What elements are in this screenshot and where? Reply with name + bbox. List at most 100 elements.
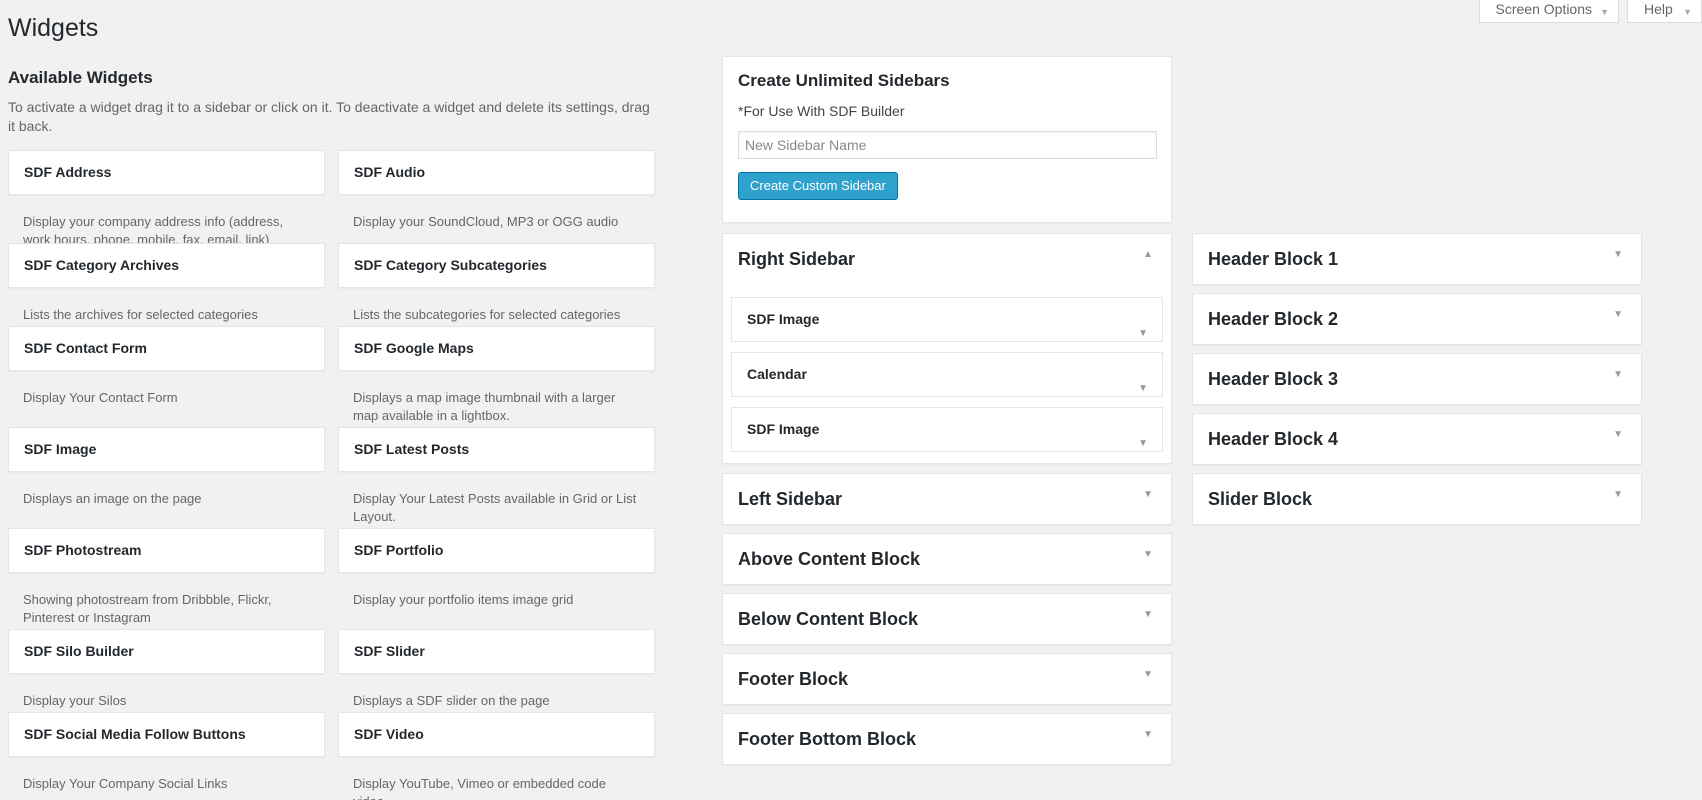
sidebar-header[interactable]: Slider Block ▼ (1193, 474, 1641, 526)
caret-down-icon[interactable]: ▼ (1138, 422, 1148, 465)
available-widgets-description: To activate a widget drag it to a sideba… (8, 99, 650, 134)
sidebar-title: Left Sidebar (738, 489, 843, 509)
widget-title[interactable]: SDF Category Subcategories (338, 243, 655, 288)
widget-item: SDF Address Display your company address… (8, 150, 325, 247)
widget-description: Lists the subcategories for selected cat… (353, 307, 621, 322)
page-title: Widgets (8, 14, 99, 42)
sidebar-footer[interactable]: Footer Block ▼ (722, 653, 1172, 705)
sidebar-header[interactable]: Footer Block ▼ (723, 654, 1171, 706)
widget-title[interactable]: SDF Slider (338, 629, 655, 674)
caret-down-icon[interactable]: ▼ (1143, 729, 1153, 740)
sidebar-below-content[interactable]: Below Content Block ▼ (722, 593, 1172, 645)
widget-title[interactable]: SDF Audio (338, 150, 655, 195)
sidebar-title: Footer Block (738, 669, 849, 689)
available-widgets-list: SDF Address Display your company address… (8, 150, 655, 800)
caret-down-icon[interactable]: ▼ (1143, 549, 1153, 560)
widget-title[interactable]: SDF Address (8, 150, 325, 195)
caret-down-icon[interactable]: ▼ (1613, 249, 1623, 260)
sidebar-header[interactable]: Left Sidebar ▼ (723, 474, 1171, 526)
sidebar-widgets: SDF Image ▼ Calendar ▼ SDF Image ▼ (723, 286, 1171, 452)
widget-description: Display your portfolio items image grid (353, 592, 574, 607)
widget-description: Display your Silos (23, 693, 127, 708)
widget-item: SDF Slider Displays a SDF slider on the … (338, 629, 655, 712)
sidebar-header-block-3[interactable]: Header Block 3 ▼ (1192, 353, 1642, 405)
widget-description: Display your company address info (addre… (23, 214, 284, 247)
sidebar-header[interactable]: Header Block 2 ▼ (1193, 294, 1641, 346)
widget-item: SDF Audio Display your SoundCloud, MP3 o… (338, 150, 655, 243)
sidebar-widget[interactable]: SDF Image ▼ (731, 407, 1163, 452)
widget-title[interactable]: SDF Portfolio (338, 528, 655, 573)
sidebar-above-content[interactable]: Above Content Block ▼ (722, 533, 1172, 585)
create-sidebar-subtitle: *For Use With SDF Builder (738, 103, 905, 119)
create-sidebar-box: Create Unlimited Sidebars *For Use With … (722, 56, 1172, 223)
create-custom-sidebar-button[interactable]: Create Custom Sidebar (738, 172, 898, 200)
sidebar-header[interactable]: Footer Bottom Block ▼ (723, 714, 1171, 766)
sidebar-right: Right Sidebar ▲ SDF Image ▼ Calendar ▼ S… (722, 233, 1172, 464)
widget-item: SDF Photostream Showing photostream from… (8, 528, 325, 629)
widget-item: SDF Category Subcategories Lists the sub… (338, 243, 655, 326)
widget-title[interactable]: SDF Image (8, 427, 325, 472)
sidebar-title: Slider Block (1208, 489, 1313, 509)
help-tab[interactable]: Help ▼ (1627, 0, 1702, 23)
widget-title[interactable]: SDF Video (338, 712, 655, 757)
sidebar-header-block-2[interactable]: Header Block 2 ▼ (1192, 293, 1642, 345)
caret-down-icon[interactable]: ▼ (1143, 489, 1153, 500)
widget-title[interactable]: SDF Contact Form (8, 326, 325, 371)
sidebar-widget-title: SDF Image (747, 421, 820, 437)
create-sidebar-title: Create Unlimited Sidebars (738, 71, 950, 90)
sidebar-widget[interactable]: SDF Image ▼ (731, 297, 1163, 342)
widget-title[interactable]: SDF Silo Builder (8, 629, 325, 674)
caret-down-icon[interactable]: ▼ (1613, 309, 1623, 320)
sidebar-header[interactable]: Above Content Block ▼ (723, 534, 1171, 586)
widget-item: SDF Image Displays an image on the page (8, 427, 325, 528)
caret-down-icon[interactable]: ▼ (1138, 312, 1148, 355)
sidebar-widget-title: SDF Image (747, 311, 820, 327)
widget-item: SDF Portfolio Display your portfolio ite… (338, 528, 655, 629)
screen-options-label: Screen Options (1495, 1, 1593, 17)
sidebar-header[interactable]: Header Block 3 ▼ (1193, 354, 1641, 406)
widget-title[interactable]: SDF Category Archives (8, 243, 325, 288)
sidebar-slider-block[interactable]: Slider Block ▼ (1192, 473, 1642, 525)
sidebar-title: Header Block 3 (1208, 369, 1339, 389)
widget-title[interactable]: SDF Photostream (8, 528, 325, 573)
widget-description: Display Your Latest Posts available in G… (353, 491, 637, 524)
sidebar-header[interactable]: Below Content Block ▼ (723, 594, 1171, 646)
sidebar-header-block-4[interactable]: Header Block 4 ▼ (1192, 413, 1642, 465)
sidebar-title: Footer Bottom Block (738, 729, 916, 749)
help-label: Help (1644, 1, 1673, 17)
screen-options-tab[interactable]: Screen Options ▼ (1478, 0, 1619, 23)
widget-item: SDF Google Maps Displays a map image thu… (338, 326, 655, 427)
caret-down-icon[interactable]: ▼ (1143, 609, 1153, 620)
caret-down-icon[interactable]: ▼ (1138, 367, 1148, 410)
sidebar-header-block-1[interactable]: Header Block 1 ▼ (1192, 233, 1642, 285)
widget-description: Lists the archives for selected categori… (23, 307, 258, 322)
sidebar-header[interactable]: Header Block 4 ▼ (1193, 414, 1641, 466)
widget-item: SDF Silo Builder Display your Silos (8, 629, 325, 712)
sidebar-title: Above Content Block (738, 549, 921, 569)
widget-description: Displays a SDF slider on the page (353, 693, 550, 708)
sidebar-footer-bottom[interactable]: Footer Bottom Block ▼ (722, 713, 1172, 765)
caret-down-icon[interactable]: ▼ (1613, 489, 1623, 500)
widget-item: SDF Category Archives Lists the archives… (8, 243, 325, 326)
sidebar-left[interactable]: Left Sidebar ▼ (722, 473, 1172, 525)
caret-down-icon: ▼ (1683, 7, 1692, 17)
screen-meta-links: Screen Options ▼ Help ▼ (1478, 0, 1702, 23)
sidebar-title: Header Block 4 (1208, 429, 1339, 449)
caret-down-icon[interactable]: ▼ (1613, 369, 1623, 380)
caret-down-icon[interactable]: ▼ (1143, 669, 1153, 680)
sidebar-header[interactable]: Header Block 1 ▼ (1193, 234, 1641, 286)
new-sidebar-name-input[interactable] (738, 131, 1157, 159)
caret-down-icon[interactable]: ▼ (1613, 429, 1623, 440)
sidebar-header[interactable]: Right Sidebar ▲ (723, 234, 1171, 286)
sidebar-title: Header Block 2 (1208, 309, 1339, 329)
caret-up-icon[interactable]: ▲ (1143, 249, 1153, 260)
widget-title[interactable]: SDF Latest Posts (338, 427, 655, 472)
widget-title[interactable]: SDF Google Maps (338, 326, 655, 371)
sidebar-title: Below Content Block (738, 609, 919, 629)
widget-description: Displays a map image thumbnail with a la… (353, 390, 616, 423)
widget-title[interactable]: SDF Social Media Follow Buttons (8, 712, 325, 757)
widget-item: SDF Video Display YouTube, Vimeo or embe… (338, 712, 655, 800)
widget-item: SDF Contact Form Display Your Contact Fo… (8, 326, 325, 427)
sidebar-widget[interactable]: Calendar ▼ (731, 352, 1163, 397)
sidebar-widget-title: Calendar (747, 366, 807, 382)
